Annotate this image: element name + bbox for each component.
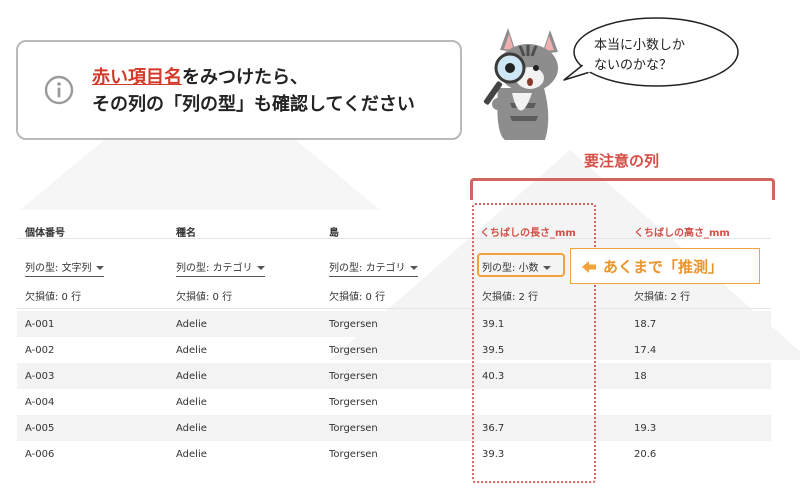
type-label: 列の型:	[329, 263, 363, 274]
callout-line1: をみつけたら、	[182, 67, 308, 88]
info-icon	[44, 75, 74, 105]
table-row[interactable]: A-006 Adelie Torgersen 39.3 20.6	[17, 441, 771, 467]
cell-id: A-002	[25, 345, 55, 356]
cell-bill-depth: 19.3	[634, 423, 657, 434]
type-label: 列の型:	[25, 263, 59, 274]
missing-count: 欠損値: 0 行	[176, 292, 233, 303]
cell-bill-depth: 18	[634, 371, 647, 382]
cell-species: Adelie	[176, 423, 207, 434]
cell-bill-depth: 17.4	[634, 345, 657, 356]
arrow-left-icon	[582, 261, 596, 273]
attention-column-highlight	[472, 203, 596, 483]
estimate-note: あくまで「推測」	[570, 248, 760, 284]
attention-bracket	[470, 178, 775, 200]
bubble-line2: ないのかな？	[594, 58, 673, 73]
missing-count: 欠損値: 0 行	[329, 292, 386, 303]
table-row[interactable]: A-003 Adelie Torgersen 40.3 18	[17, 363, 771, 389]
cell-island: Torgersen	[329, 345, 378, 356]
cell-species: Adelie	[176, 319, 207, 330]
type-label: 列の型:	[176, 263, 210, 274]
bubble-text: 本当に小数しか ないのかな？	[594, 36, 685, 76]
cell-island: Torgersen	[329, 319, 378, 330]
dropdown-arrow-icon	[409, 266, 418, 270]
callout-highlight: 赤い項目名	[92, 67, 182, 88]
cell-island: Torgersen	[329, 371, 378, 382]
callout-line2: その列の「列の型」も確認してください	[92, 94, 415, 115]
info-callout: 赤い項目名をみつけたら、 その列の「列の型」も確認してください	[16, 40, 462, 140]
cell-island: Torgersen	[329, 423, 378, 434]
cell-id: A-004	[25, 397, 55, 408]
type-highlight-box	[477, 253, 565, 277]
type-value: カテゴリ	[212, 263, 253, 274]
missing-count: 欠損値: 2 行	[634, 292, 691, 303]
cell-id: A-005	[25, 423, 55, 434]
type-select-id[interactable]: 列の型: 文字列	[25, 259, 104, 277]
attention-label: 要注意の列	[584, 152, 660, 170]
column-header-id[interactable]: 個体番号	[25, 224, 65, 239]
estimate-note-text: あくまで「推測」	[603, 258, 724, 276]
column-header-island[interactable]: 島	[329, 224, 339, 239]
cell-bill-depth: 18.7	[634, 319, 657, 330]
cell-id: A-001	[25, 319, 55, 330]
cat-magnifier-illustration	[483, 28, 558, 140]
cell-species: Adelie	[176, 345, 207, 356]
cell-id: A-006	[25, 449, 55, 460]
column-header-bill-depth[interactable]: くちばしの高さ_mm	[634, 224, 730, 239]
bubble-line1: 本当に小数しか	[594, 38, 686, 53]
table-row[interactable]: A-001 Adelie Torgersen 39.1 18.7	[17, 311, 771, 337]
dropdown-arrow-icon	[256, 266, 265, 270]
cell-island: Torgersen	[329, 449, 378, 460]
cell-island: Torgersen	[329, 397, 378, 408]
column-header-species[interactable]: 種名	[176, 224, 196, 239]
cell-species: Adelie	[176, 397, 207, 408]
type-value: カテゴリ	[365, 263, 406, 274]
type-select-species[interactable]: 列の型: カテゴリ	[176, 259, 265, 277]
table-row[interactable]: A-002 Adelie Torgersen 39.5 17.4	[17, 337, 771, 363]
cell-species: Adelie	[176, 371, 207, 382]
cell-bill-depth: 20.6	[634, 449, 657, 460]
table-row[interactable]: A-004 Adelie Torgersen	[17, 389, 771, 415]
type-select-island[interactable]: 列の型: カテゴリ	[329, 259, 418, 277]
type-value: 文字列	[61, 263, 92, 274]
missing-count: 欠損値: 0 行	[25, 292, 82, 303]
cell-id: A-003	[25, 371, 55, 382]
dropdown-arrow-icon	[95, 266, 104, 270]
table-row[interactable]: A-005 Adelie Torgersen 36.7 19.3	[17, 415, 771, 441]
callout-text: 赤い項目名をみつけたら、 その列の「列の型」も確認してください	[92, 64, 415, 118]
cell-species: Adelie	[176, 449, 207, 460]
